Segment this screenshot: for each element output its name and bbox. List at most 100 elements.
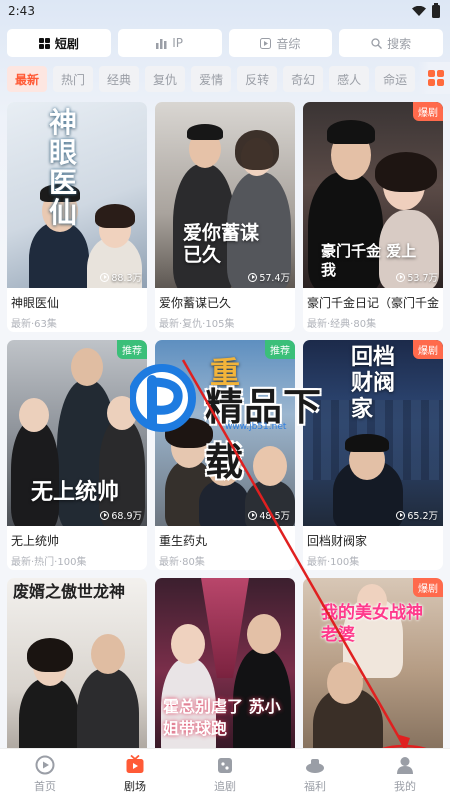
tab-ip[interactable]: IP (117, 29, 222, 57)
home-icon (35, 755, 55, 775)
search-button[interactable]: 搜索 (339, 29, 443, 57)
chip-classic[interactable]: 经典 (99, 66, 140, 92)
play-count: 53.7万 (396, 270, 438, 284)
hot-badge: 爆剧 (413, 578, 443, 597)
play-count: 88.3万 (100, 270, 142, 284)
play-icon (100, 272, 110, 282)
poster-title-art: 我的美女战神老婆 (321, 603, 423, 645)
drama-card[interactable]: 神眼医仙 88.3万 神眼医仙 最新·63集 (7, 102, 147, 332)
chip-hot[interactable]: 热门 (53, 66, 94, 92)
play-count-value: 57.4万 (259, 273, 290, 284)
drama-meta: 最新·热门·100集 (11, 557, 87, 568)
tab-label: 搜索 (387, 36, 412, 51)
drama-poster: 爱你蓄谋已久 57.4万 (155, 102, 295, 288)
nav-follow[interactable]: 追剧 (180, 749, 270, 800)
drama-meta: 最新·80集 (159, 557, 205, 568)
nav-profile[interactable]: 我的 (360, 749, 450, 800)
drama-grid: 神眼医仙 88.3万 神眼医仙 最新·63集 爱你蓄谋已久 57.4万 爱你蓄谋… (7, 102, 443, 800)
chip-fate[interactable]: 命运 (375, 66, 416, 92)
poster-title-art: 霍总别虐了 苏小姐带球跑 (163, 697, 281, 738)
play-count: 57.4万 (248, 270, 290, 284)
chip-latest[interactable]: 最新 (7, 66, 48, 92)
play-count-value: 88.3万 (111, 273, 142, 284)
status-icons (412, 2, 440, 18)
nav-label: 追剧 (214, 780, 236, 793)
nav-label: 福利 (304, 780, 326, 793)
bottom-nav: 首页 剧场 追剧 福利 我的 (0, 748, 450, 800)
status-time: 2:43 (8, 4, 35, 18)
chip-romance[interactable]: 爱情 (191, 66, 232, 92)
nav-label: 我的 (394, 780, 416, 793)
play-count: 68.9万 (100, 508, 142, 522)
hot-badge: 爆剧 (413, 340, 443, 359)
poster-title-art: 回档财阀家 (351, 344, 396, 422)
play-icon (248, 272, 258, 282)
nav-welfare[interactable]: 福利 (270, 749, 360, 800)
drama-meta: 最新·经典·80集 (307, 319, 377, 330)
play-icon (396, 272, 406, 282)
recommend-badge: 推荐 (117, 340, 147, 359)
play-icon (248, 510, 258, 520)
drama-poster: 回档财阀家 65.2万 爆剧 (303, 340, 443, 526)
poster-title-art: 重 (210, 356, 240, 391)
top-tab-bar: 短剧 IP 音综 搜索 (7, 29, 443, 57)
play-count: 48.5万 (248, 508, 290, 522)
play-icon (396, 510, 406, 520)
play-count: 65.2万 (396, 508, 438, 522)
hot-badge: 爆剧 (413, 102, 443, 121)
poster-title-art: 无上统帅 (31, 479, 120, 505)
drama-card[interactable]: 豪门千金 爱上我 53.7万 爆剧 豪门千金日记（豪门千金 最新·经典·80集 (303, 102, 443, 332)
drama-title: 无上统帅 (11, 534, 60, 548)
play-count-value: 53.7万 (407, 273, 438, 284)
chip-revenge[interactable]: 复仇 (145, 66, 186, 92)
follow-icon (218, 758, 232, 773)
tab-label: 音综 (276, 36, 301, 51)
recommend-badge: 推荐 (265, 340, 295, 359)
profile-icon (397, 757, 413, 774)
drama-title: 豪门千金日记（豪门千金 (307, 296, 440, 310)
tab-label: IP (172, 36, 184, 50)
theater-icon (126, 755, 144, 773)
nav-home[interactable]: 首页 (0, 749, 90, 800)
drama-meta: 最新·复仇·105集 (159, 319, 235, 330)
play-icon (100, 510, 110, 520)
nav-label: 剧场 (124, 780, 146, 793)
drama-poster: 神眼医仙 88.3万 (7, 102, 147, 288)
drama-title: 回档财阀家 (307, 534, 368, 548)
battery-icon (432, 2, 440, 18)
poster-title-art: 爱你蓄谋已久 (183, 222, 260, 266)
drama-title: 神眼医仙 (11, 296, 60, 310)
drama-card[interactable]: 重 48.5万 推荐 重生药丸 最新·80集 (155, 340, 295, 570)
chip-twist[interactable]: 反转 (237, 66, 278, 92)
nav-label: 首页 (34, 780, 56, 793)
category-chips: 最新 热门 经典 复仇 爱情 反转 奇幻 感人 命运 (7, 66, 450, 92)
drama-poster: 豪门千金 爱上我 53.7万 爆剧 (303, 102, 443, 288)
chip-fantasy[interactable]: 奇幻 (283, 66, 324, 92)
chip-touching[interactable]: 感人 (329, 66, 370, 92)
poster-title-art: 废婿之傲世龙神 (13, 582, 126, 601)
grid-icon (38, 37, 50, 49)
drama-card[interactable]: 回档财阀家 65.2万 爆剧 回档财阀家 最新·100集 (303, 340, 443, 570)
bar-chart-icon (156, 38, 167, 49)
play-count-value: 65.2万 (407, 511, 438, 522)
gift-icon (306, 759, 324, 773)
tab-music-variety[interactable]: 音综 (228, 29, 333, 57)
play-count-value: 68.9万 (111, 511, 142, 522)
category-expand-button[interactable] (418, 62, 450, 94)
nav-theater[interactable]: 剧场 (90, 749, 180, 800)
status-bar: 2:43 (0, 0, 450, 22)
drama-poster: 无上统帅 68.9万 推荐 (7, 340, 147, 526)
drama-meta: 最新·100集 (307, 557, 360, 568)
drama-poster: 我的美女战神老婆 爆剧 (303, 578, 443, 764)
drama-card[interactable]: 无上统帅 68.9万 推荐 无上统帅 最新·热门·100集 (7, 340, 147, 570)
tab-label: 短剧 (54, 36, 79, 51)
drama-poster: 废婿之傲世龙神 (7, 578, 147, 764)
category-grid-icon (428, 70, 444, 86)
drama-card[interactable]: 爱你蓄谋已久 57.4万 爱你蓄谋已久 最新·复仇·105集 (155, 102, 295, 332)
drama-title: 爱你蓄谋已久 (159, 296, 232, 310)
wifi-icon (412, 6, 426, 16)
drama-poster: 重 48.5万 推荐 (155, 340, 295, 526)
play-count-value: 48.5万 (259, 511, 290, 522)
tab-short-drama[interactable]: 短剧 (7, 29, 111, 57)
drama-title: 重生药丸 (159, 534, 208, 548)
